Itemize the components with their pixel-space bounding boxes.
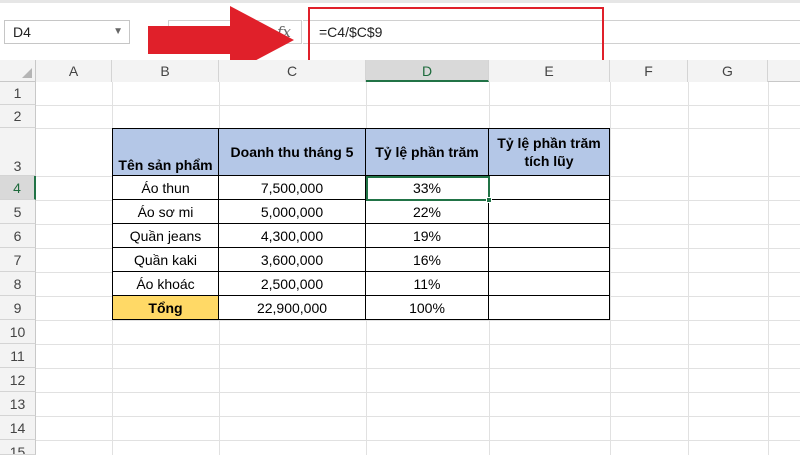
gridline [36,368,800,369]
select-all-icon [22,68,32,78]
gridline [36,416,800,417]
gridline [36,440,800,441]
column-header-d[interactable]: D [366,60,489,82]
cell-b5[interactable]: Áo sơ mi [112,200,219,224]
cell-c7[interactable]: 3,600,000 [219,248,366,272]
cell-c8[interactable]: 2,500,000 [219,272,366,296]
cell-d9[interactable]: 100% [366,296,489,320]
name-box-value: D4 [13,24,31,40]
cell-e7[interactable] [489,248,610,272]
row-header-3[interactable]: 3 [0,128,36,176]
cell-d7[interactable]: 16% [366,248,489,272]
cell-d4[interactable]: 33% [366,176,489,200]
column-header-a[interactable]: A [36,60,112,82]
gridline [768,82,769,455]
cell-c3[interactable]: Doanh thu tháng 5 [219,128,366,176]
cell-e5[interactable] [489,200,610,224]
chevron-down-icon[interactable]: ▼ [113,21,123,43]
row-header-14[interactable]: 14 [0,416,36,440]
gridline [36,392,800,393]
cell-c6[interactable]: 4,300,000 [219,224,366,248]
cell-b4[interactable]: Áo thun [112,176,219,200]
gridline [688,82,689,455]
gridline [610,82,611,455]
column-header-c[interactable]: C [219,60,366,82]
cell-e4[interactable] [489,176,610,200]
cell-c4[interactable]: 7,500,000 [219,176,366,200]
select-all-button[interactable] [0,60,36,82]
column-header-b[interactable]: B [112,60,219,82]
formula-input[interactable] [303,20,800,44]
cell-b9[interactable]: Tổng [112,296,219,320]
cell-b6[interactable]: Quần jeans [112,224,219,248]
cell-c5[interactable]: 5,000,000 [219,200,366,224]
row-header-8[interactable]: 8 [0,272,36,296]
row-header-1[interactable]: 1 [0,82,36,105]
ribbon-edge [0,0,800,3]
column-header-e[interactable]: E [489,60,610,82]
cell-b3[interactable]: Tên sản phẩm [112,128,219,176]
name-box[interactable]: D4 ▼ [4,20,130,44]
column-header-g[interactable]: G [688,60,768,82]
row-header-11[interactable]: 11 [0,344,36,368]
cell-d3[interactable]: Tỷ lệ phần trăm [366,128,489,176]
row-header-9[interactable]: 9 [0,296,36,320]
row-header-6[interactable]: 6 [0,224,36,248]
row-header-7[interactable]: 7 [0,248,36,272]
cell-e9[interactable] [489,296,610,320]
gridline [36,105,800,106]
cell-e6[interactable] [489,224,610,248]
cell-b7[interactable]: Quần kaki [112,248,219,272]
row-header-4[interactable]: 4 [0,176,36,200]
row-header-15[interactable]: 15 [0,440,36,455]
row-header-2[interactable]: 2 [0,105,36,128]
cell-e3[interactable]: Tỷ lệ phần trăm tích lũy [489,128,610,176]
column-header-f[interactable]: F [610,60,688,82]
gridline [36,320,800,321]
row-header-5[interactable]: 5 [0,200,36,224]
cell-c9[interactable]: 22,900,000 [219,296,366,320]
row-header-12[interactable]: 12 [0,368,36,392]
row-header-10[interactable]: 10 [0,320,36,344]
row-header-13[interactable]: 13 [0,392,36,416]
cell-e8[interactable] [489,272,610,296]
cell-d5[interactable]: 22% [366,200,489,224]
gridline [36,344,800,345]
insert-function-icon[interactable]: fx [277,20,291,44]
cell-d6[interactable]: 19% [366,224,489,248]
cell-b8[interactable]: Áo khoác [112,272,219,296]
cell-d8[interactable]: 11% [366,272,489,296]
